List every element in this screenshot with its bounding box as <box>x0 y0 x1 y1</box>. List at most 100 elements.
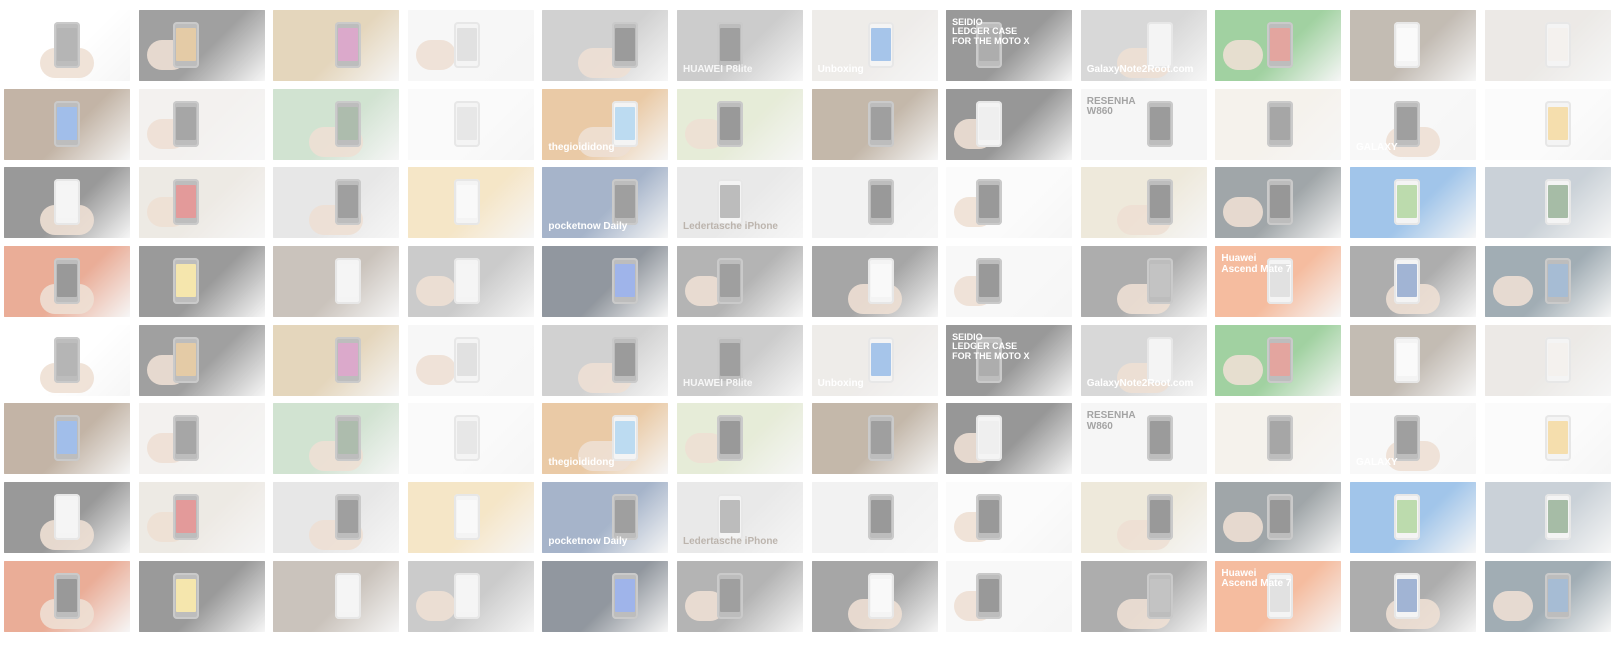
video-thumbnail[interactable] <box>542 324 669 396</box>
video-thumbnail[interactable] <box>273 324 400 396</box>
video-thumbnail[interactable]: HUAWEI P8lite <box>676 324 803 396</box>
video-thumbnail[interactable] <box>138 324 265 396</box>
video-thumbnail[interactable] <box>676 88 803 160</box>
video-thumbnail[interactable] <box>4 167 130 239</box>
video-thumbnail[interactable] <box>4 403 130 475</box>
video-thumbnail[interactable] <box>273 403 400 475</box>
video-thumbnail[interactable]: Ledertasche iPhone <box>676 167 803 239</box>
video-thumbnail[interactable] <box>138 167 265 239</box>
video-thumbnail[interactable] <box>946 88 1073 160</box>
video-thumbnail[interactable] <box>273 246 400 318</box>
video-thumbnail[interactable]: Huawei Ascend Mate 7 <box>1215 560 1342 632</box>
video-thumbnail[interactable] <box>1484 482 1611 554</box>
video-thumbnail[interactable]: SEIDIO LEDGER CASE FOR THE MOTO X <box>946 324 1073 396</box>
video-thumbnail[interactable] <box>946 403 1073 475</box>
video-thumbnail[interactable] <box>946 246 1073 318</box>
video-thumbnail[interactable]: Unboxing <box>811 324 938 396</box>
video-thumbnail[interactable] <box>811 482 938 554</box>
video-thumbnail[interactable]: RESENHA W860 <box>1080 88 1207 160</box>
video-thumbnail[interactable] <box>1215 403 1342 475</box>
video-thumbnail[interactable]: pocketnow Daily <box>542 482 669 554</box>
video-thumbnail[interactable]: pocketnow Daily <box>542 167 669 239</box>
video-thumbnail[interactable] <box>1484 403 1611 475</box>
video-thumbnail[interactable] <box>542 246 669 318</box>
video-thumbnail[interactable] <box>407 560 534 632</box>
video-thumbnail[interactable] <box>273 560 400 632</box>
video-thumbnail[interactable] <box>811 88 938 160</box>
video-thumbnail[interactable] <box>407 403 534 475</box>
video-thumbnail[interactable] <box>1349 560 1476 632</box>
video-thumbnail[interactable] <box>811 403 938 475</box>
video-thumbnail[interactable] <box>676 560 803 632</box>
phone-screen <box>338 342 359 376</box>
video-thumbnail[interactable] <box>676 403 803 475</box>
video-thumbnail[interactable] <box>138 403 265 475</box>
video-thumbnail[interactable] <box>1349 246 1476 318</box>
video-thumbnail[interactable] <box>1484 246 1611 318</box>
video-thumbnail[interactable] <box>811 246 938 318</box>
video-thumbnail[interactable]: HUAWEI P8lite <box>676 10 803 81</box>
video-thumbnail[interactable] <box>407 167 534 239</box>
video-thumbnail[interactable]: Huawei Ascend Mate 7 <box>1215 246 1342 318</box>
video-thumbnail[interactable] <box>1349 10 1476 81</box>
video-thumbnail[interactable] <box>138 246 265 318</box>
video-thumbnail[interactable] <box>138 482 265 554</box>
video-thumbnail[interactable] <box>811 167 938 239</box>
video-thumbnail[interactable] <box>1484 167 1611 239</box>
video-thumbnail[interactable] <box>1349 324 1476 396</box>
video-thumbnail[interactable]: thegioididong <box>542 88 669 160</box>
video-thumbnail[interactable] <box>138 560 265 632</box>
video-thumbnail[interactable] <box>4 560 130 632</box>
video-thumbnail[interactable] <box>1215 10 1342 81</box>
video-thumbnail[interactable] <box>676 246 803 318</box>
video-thumbnail[interactable] <box>1080 246 1207 318</box>
video-thumbnail[interactable]: SEIDIO LEDGER CASE FOR THE MOTO X <box>946 10 1073 81</box>
video-thumbnail[interactable] <box>4 324 130 396</box>
video-thumbnail[interactable] <box>542 10 669 81</box>
video-thumbnail[interactable] <box>407 10 534 81</box>
video-thumbnail[interactable] <box>273 167 400 239</box>
video-thumbnail[interactable] <box>4 88 130 160</box>
video-thumbnail[interactable] <box>1484 324 1611 396</box>
video-thumbnail[interactable] <box>138 10 265 81</box>
video-thumbnail[interactable] <box>138 88 265 160</box>
video-thumbnail[interactable] <box>4 482 130 554</box>
video-thumbnail[interactable] <box>1215 167 1342 239</box>
smartphone-icon <box>1267 22 1294 68</box>
video-thumbnail[interactable]: GalaxyNote2Root.com <box>1080 324 1207 396</box>
video-thumbnail[interactable] <box>407 246 534 318</box>
video-thumbnail[interactable] <box>1349 167 1476 239</box>
video-thumbnail[interactable]: thegioididong <box>542 403 669 475</box>
video-thumbnail[interactable] <box>1080 167 1207 239</box>
phone-screen <box>615 28 636 61</box>
video-thumbnail[interactable] <box>407 88 534 160</box>
video-thumbnail[interactable] <box>946 482 1073 554</box>
video-thumbnail[interactable] <box>1080 560 1207 632</box>
video-thumbnail[interactable] <box>542 560 669 632</box>
video-thumbnail[interactable]: GalaxyNote2Root.com <box>1080 10 1207 81</box>
video-thumbnail[interactable]: GALAXY <box>1349 88 1476 160</box>
video-thumbnail[interactable] <box>1080 482 1207 554</box>
video-thumbnail[interactable] <box>1349 482 1476 554</box>
video-thumbnail[interactable] <box>1484 10 1611 81</box>
video-thumbnail[interactable] <box>1215 482 1342 554</box>
video-thumbnail[interactable] <box>1215 324 1342 396</box>
video-thumbnail[interactable]: Unboxing <box>811 10 938 81</box>
video-thumbnail[interactable] <box>1215 88 1342 160</box>
video-thumbnail[interactable] <box>407 482 534 554</box>
video-thumbnail[interactable] <box>407 324 534 396</box>
video-thumbnail[interactable] <box>1484 88 1611 160</box>
video-thumbnail[interactable] <box>4 246 130 318</box>
video-thumbnail[interactable]: RESENHA W860 <box>1080 403 1207 475</box>
video-thumbnail[interactable] <box>273 88 400 160</box>
phone-screen <box>1396 106 1417 140</box>
video-thumbnail[interactable]: Ledertasche iPhone <box>676 482 803 554</box>
video-thumbnail[interactable] <box>946 560 1073 632</box>
video-thumbnail[interactable] <box>273 482 400 554</box>
video-thumbnail[interactable] <box>273 10 400 81</box>
video-thumbnail[interactable] <box>4 10 130 81</box>
video-thumbnail[interactable] <box>1484 560 1611 632</box>
video-thumbnail[interactable]: GALAXY <box>1349 403 1476 475</box>
video-thumbnail[interactable] <box>946 167 1073 239</box>
video-thumbnail[interactable] <box>811 560 938 632</box>
